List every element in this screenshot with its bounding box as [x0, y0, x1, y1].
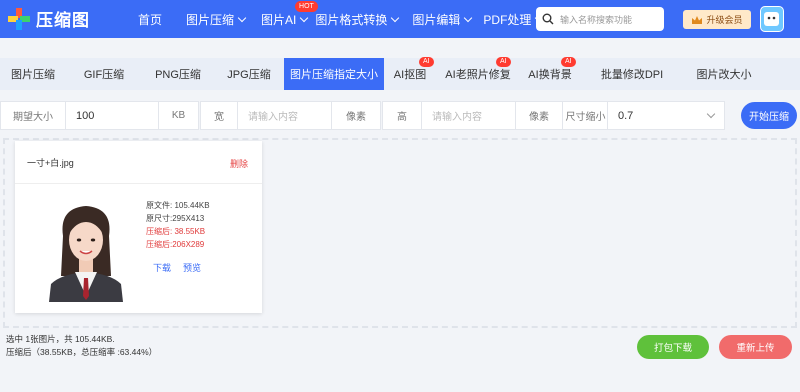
file-name: 一寸+白.jpg	[27, 158, 74, 168]
tool-tabs: 图片压缩 GIF压缩 PNG压缩 JPG压缩 图片压缩指定大小 AI抠图 AI A…	[0, 57, 800, 90]
tab-ai-cutout[interactable]: AI抠图 AI	[384, 57, 436, 90]
tab-image-compress[interactable]: 图片压缩	[0, 58, 66, 90]
portrait-image	[41, 196, 131, 302]
tab-ai-photo-restore[interactable]: AI老照片修复 AI	[436, 57, 520, 90]
tab-label: JPG压缩	[227, 69, 271, 81]
compressed-dims: 压缩后:206X289	[146, 240, 205, 249]
compressed-size: 压缩后: 38.55KB	[146, 227, 206, 236]
target-size-input[interactable]: 100	[65, 101, 159, 130]
summary-selected: 选中 1张图片，共 105.44KB.	[6, 334, 115, 344]
nav-item-format[interactable]: 图片格式转换	[315, 11, 400, 28]
chevron-down-icon	[391, 13, 400, 22]
target-size-unit: KB	[158, 101, 199, 130]
upgrade-label: 升级会员	[706, 15, 743, 25]
tab-label: 图片压缩	[11, 69, 55, 81]
file-thumbnail	[41, 196, 131, 302]
tab-ai-background[interactable]: AI换背景 AI	[520, 57, 580, 90]
nav-item-ai[interactable]: 图片AI HOT	[261, 0, 318, 28]
width-label: 宽	[200, 101, 238, 130]
ai-badge: AI	[496, 57, 511, 67]
logo-icon	[8, 7, 30, 30]
tab-label: AI换背景	[528, 69, 572, 81]
tab-gif-compress[interactable]: GIF压缩	[66, 58, 142, 90]
chevron-down-icon	[300, 13, 309, 22]
nav-label: PDF处理	[483, 12, 532, 27]
tab-label: 批量修改DPI	[600, 69, 664, 81]
file-actions: 下载 预览	[153, 261, 201, 274]
nav-label: 图片格式转换	[315, 12, 388, 27]
top-navbar: 压缩图 首页 图片压缩 图片AI HOT 图片格式转换 图片编辑 PDF处理 输入…	[0, 0, 800, 38]
delete-link[interactable]: 删除	[230, 157, 248, 170]
nav-label: 首页	[138, 12, 163, 27]
brand-name: 压缩图	[36, 11, 90, 30]
tab-png-compress[interactable]: PNG压缩	[142, 58, 214, 90]
tab-compress-to-size[interactable]: 图片压缩指定大小	[284, 58, 384, 90]
width-input[interactable]: 请输入内容	[237, 101, 332, 130]
summary-result: 压缩后（38.55KB，总压缩率 :63.44%）	[6, 347, 158, 357]
scale-select[interactable]: 0.7	[607, 101, 725, 130]
height-input[interactable]: 请输入内容	[421, 101, 516, 130]
scale-label: 尺寸缩小	[562, 101, 608, 130]
chevron-down-icon	[706, 109, 716, 119]
nav-item-compress[interactable]: 图片压缩	[186, 11, 247, 28]
nav-item-edit[interactable]: 图片编辑	[412, 11, 473, 28]
search-input[interactable]: 输入名称搜索功能	[560, 13, 632, 26]
download-link[interactable]: 下载	[153, 261, 171, 274]
crown-icon	[692, 15, 703, 24]
target-size-label: 期望大小	[0, 101, 66, 130]
avatar-icon	[764, 12, 779, 26]
nav-label: 图片压缩	[186, 12, 235, 27]
tab-resize[interactable]: 图片改大小	[684, 58, 764, 90]
nav-label: 图片编辑	[412, 12, 461, 27]
search-icon	[542, 13, 554, 25]
scale-value: 0.7	[618, 109, 634, 122]
file-info: 原文件: 105.44KB 原尺寸:295X413 压缩后: 38.55KB 压…	[146, 199, 210, 251]
pack-download-button[interactable]: 打包下载	[637, 335, 709, 359]
height-label: 高	[382, 101, 422, 130]
original-size: 原文件: 105.44KB	[146, 201, 210, 210]
start-compress-button[interactable]: 开始压缩	[741, 102, 797, 129]
search-box[interactable]: 输入名称搜索功能	[536, 7, 664, 31]
nav-label: 图片AI	[261, 12, 297, 27]
upgrade-vip-button[interactable]: 升级会员	[683, 10, 751, 29]
tab-batch-dpi[interactable]: 批量修改DPI	[580, 58, 684, 90]
main-nav: 首页 图片压缩 图片AI HOT 图片格式转换 图片编辑 PDF处理	[138, 0, 544, 38]
user-avatar[interactable]	[760, 6, 784, 32]
nav-item-pdf[interactable]: PDF处理	[483, 11, 544, 28]
tab-label: AI老照片修复	[445, 69, 511, 81]
preview-link[interactable]: 预览	[183, 261, 201, 274]
tab-label: AI抠图	[393, 69, 427, 81]
ai-badge: AI	[419, 57, 434, 67]
tab-label: GIF压缩	[83, 69, 125, 81]
height-unit: 像素	[515, 101, 563, 130]
file-card: 一寸+白.jpg 删除 原文件: 105.44KB 原尺寸:295X413 压缩…	[15, 141, 262, 313]
tab-label: 图片压缩指定大小	[290, 69, 378, 81]
file-card-header: 一寸+白.jpg 删除	[15, 141, 262, 184]
reupload-button[interactable]: 重新上传	[719, 335, 792, 359]
width-unit: 像素	[331, 101, 381, 130]
original-dims: 原尺寸:295X413	[146, 214, 205, 223]
chevron-down-icon	[464, 13, 473, 22]
chevron-down-icon	[237, 13, 247, 22]
nav-item-home[interactable]: 首页	[138, 11, 162, 28]
tab-label: PNG压缩	[155, 69, 201, 81]
tab-jpg-compress[interactable]: JPG压缩	[214, 58, 284, 90]
brand-logo[interactable]: 压缩图	[8, 6, 90, 31]
tab-label: 图片改大小	[696, 69, 752, 81]
ai-badge: AI	[561, 57, 576, 67]
compression-summary: 选中 1张图片，共 105.44KB. 压缩后（38.55KB，总压缩率 :63…	[6, 333, 157, 359]
